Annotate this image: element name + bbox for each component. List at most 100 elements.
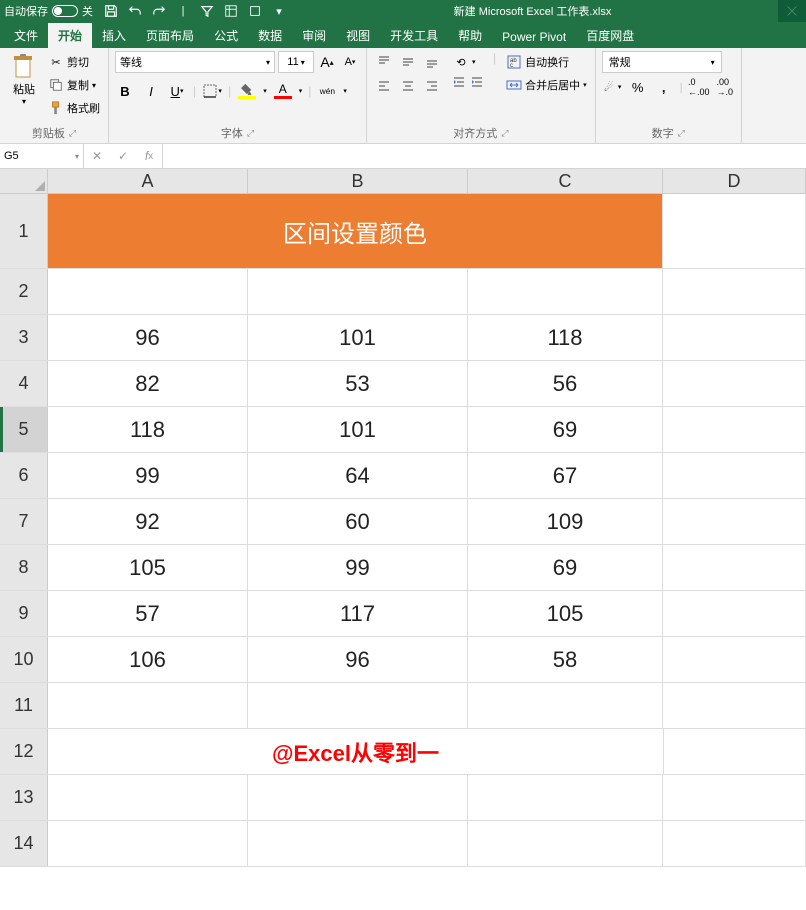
- cell-A8[interactable]: 105: [48, 545, 248, 590]
- cell-D11[interactable]: [663, 683, 806, 728]
- cell-D14[interactable]: [663, 821, 806, 866]
- cell-A11[interactable]: [48, 683, 248, 728]
- decrease-font-button[interactable]: A▾: [340, 52, 360, 72]
- cell-B2[interactable]: [248, 269, 468, 314]
- column-header-B[interactable]: B: [248, 169, 468, 193]
- tab-百度网盘[interactable]: 百度网盘: [576, 23, 644, 48]
- cell-B6[interactable]: 64: [248, 453, 468, 498]
- insert-function-button[interactable]: fx: [136, 144, 162, 168]
- orientation-button[interactable]: ⟲▾: [451, 51, 485, 73]
- number-format-select[interactable]: 常规▾: [602, 51, 722, 73]
- dialog-launcher-icon[interactable]: ⤢: [678, 128, 685, 139]
- column-header-D[interactable]: D: [663, 169, 806, 193]
- cell-D10[interactable]: [663, 637, 806, 682]
- cell-A10[interactable]: 106: [48, 637, 248, 682]
- cell-A3[interactable]: 96: [48, 315, 248, 360]
- row-header-3[interactable]: 3: [0, 315, 48, 360]
- accounting-format-button[interactable]: ☄▾: [602, 77, 622, 97]
- watermark-cell[interactable]: @Excel从零到一: [48, 729, 663, 774]
- cell-C4[interactable]: 56: [468, 361, 663, 406]
- formula-input[interactable]: [163, 144, 806, 168]
- insert-icon[interactable]: [247, 3, 263, 19]
- cell-D8[interactable]: [663, 545, 806, 590]
- align-top-button[interactable]: [373, 51, 395, 73]
- column-header-A[interactable]: A: [48, 169, 248, 193]
- form-icon[interactable]: [223, 3, 239, 19]
- merge-center-button[interactable]: 合并后居中▾: [504, 74, 589, 96]
- cell-B13[interactable]: [248, 775, 468, 820]
- align-middle-button[interactable]: [397, 51, 419, 73]
- cell-D1[interactable]: [663, 194, 806, 268]
- tab-Power Pivot[interactable]: Power Pivot: [492, 26, 576, 48]
- tab-文件[interactable]: 文件: [4, 23, 48, 48]
- merged-title-cell[interactable]: 区间设置颜色: [48, 194, 663, 268]
- cell-C3[interactable]: 118: [468, 315, 663, 360]
- qat-dropdown-icon[interactable]: ▾: [271, 3, 287, 19]
- dialog-launcher-icon[interactable]: ⤢: [247, 128, 254, 139]
- row-header-9[interactable]: 9: [0, 591, 48, 636]
- row-header-10[interactable]: 10: [0, 637, 48, 682]
- cell-C7[interactable]: 109: [468, 499, 663, 544]
- cell-C5[interactable]: 69: [468, 407, 663, 452]
- undo-icon[interactable]: [127, 3, 143, 19]
- cell-B10[interactable]: 96: [248, 637, 468, 682]
- decrease-decimal-button[interactable]: .00→.0: [715, 77, 735, 97]
- increase-indent-button[interactable]: [469, 74, 485, 90]
- cell-A9[interactable]: 57: [48, 591, 248, 636]
- cell-C2[interactable]: [468, 269, 663, 314]
- cell-B3[interactable]: 101: [248, 315, 468, 360]
- row-header-2[interactable]: 2: [0, 269, 48, 314]
- chevron-down-icon[interactable]: ▾: [263, 87, 267, 95]
- cell-B4[interactable]: 53: [248, 361, 468, 406]
- select-all-corner[interactable]: [0, 169, 48, 193]
- cell-D2[interactable]: [663, 269, 806, 314]
- cell-B7[interactable]: 60: [248, 499, 468, 544]
- column-header-C[interactable]: C: [468, 169, 663, 193]
- tab-页面布局[interactable]: 页面布局: [136, 23, 204, 48]
- tab-开始[interactable]: 开始: [48, 23, 92, 48]
- row-header-11[interactable]: 11: [0, 683, 48, 728]
- redo-icon[interactable]: [151, 3, 167, 19]
- cell-A5[interactable]: 118: [48, 407, 248, 452]
- increase-font-button[interactable]: A▴: [317, 52, 337, 72]
- cell-C11[interactable]: [468, 683, 663, 728]
- cell-C6[interactable]: 67: [468, 453, 663, 498]
- cell-A2[interactable]: [48, 269, 248, 314]
- cell-B11[interactable]: [248, 683, 468, 728]
- row-header-5[interactable]: 5: [0, 407, 48, 452]
- row-header-6[interactable]: 6: [0, 453, 48, 498]
- row-header-13[interactable]: 13: [0, 775, 48, 820]
- cell-A13[interactable]: [48, 775, 248, 820]
- cell-D13[interactable]: [663, 775, 806, 820]
- percent-button[interactable]: %: [628, 77, 648, 97]
- cell-D9[interactable]: [663, 591, 806, 636]
- cell-D12[interactable]: [663, 729, 806, 774]
- cell-A4[interactable]: 82: [48, 361, 248, 406]
- save-icon[interactable]: [103, 3, 119, 19]
- row-header-4[interactable]: 4: [0, 361, 48, 406]
- confirm-formula-button[interactable]: ✓: [110, 144, 136, 168]
- font-color-button[interactable]: A: [273, 81, 293, 101]
- font-name-select[interactable]: 等线▾: [115, 51, 275, 73]
- bold-button[interactable]: B: [115, 81, 135, 101]
- format-painter-button[interactable]: 格式刷: [46, 97, 102, 119]
- dialog-launcher-icon[interactable]: ⤢: [69, 128, 76, 139]
- autosave-toggle[interactable]: 自动保存 关: [4, 3, 93, 19]
- tab-审阅[interactable]: 审阅: [292, 23, 336, 48]
- row-header-14[interactable]: 14: [0, 821, 48, 866]
- cancel-formula-button[interactable]: ✕: [84, 144, 110, 168]
- wrap-text-button[interactable]: abc自动换行: [504, 51, 589, 73]
- tab-视图[interactable]: 视图: [336, 23, 380, 48]
- cell-D4[interactable]: [663, 361, 806, 406]
- cell-C9[interactable]: 105: [468, 591, 663, 636]
- row-header-12[interactable]: 12: [0, 729, 48, 774]
- cell-C13[interactable]: [468, 775, 663, 820]
- align-center-button[interactable]: [397, 75, 419, 97]
- align-bottom-button[interactable]: [421, 51, 443, 73]
- cell-D5[interactable]: [663, 407, 806, 452]
- cell-C8[interactable]: 69: [468, 545, 663, 590]
- row-header-1[interactable]: 1: [0, 194, 48, 268]
- align-left-button[interactable]: [373, 75, 395, 97]
- cut-button[interactable]: ✂剪切: [46, 51, 102, 73]
- chevron-down-icon[interactable]: ▾: [343, 87, 347, 95]
